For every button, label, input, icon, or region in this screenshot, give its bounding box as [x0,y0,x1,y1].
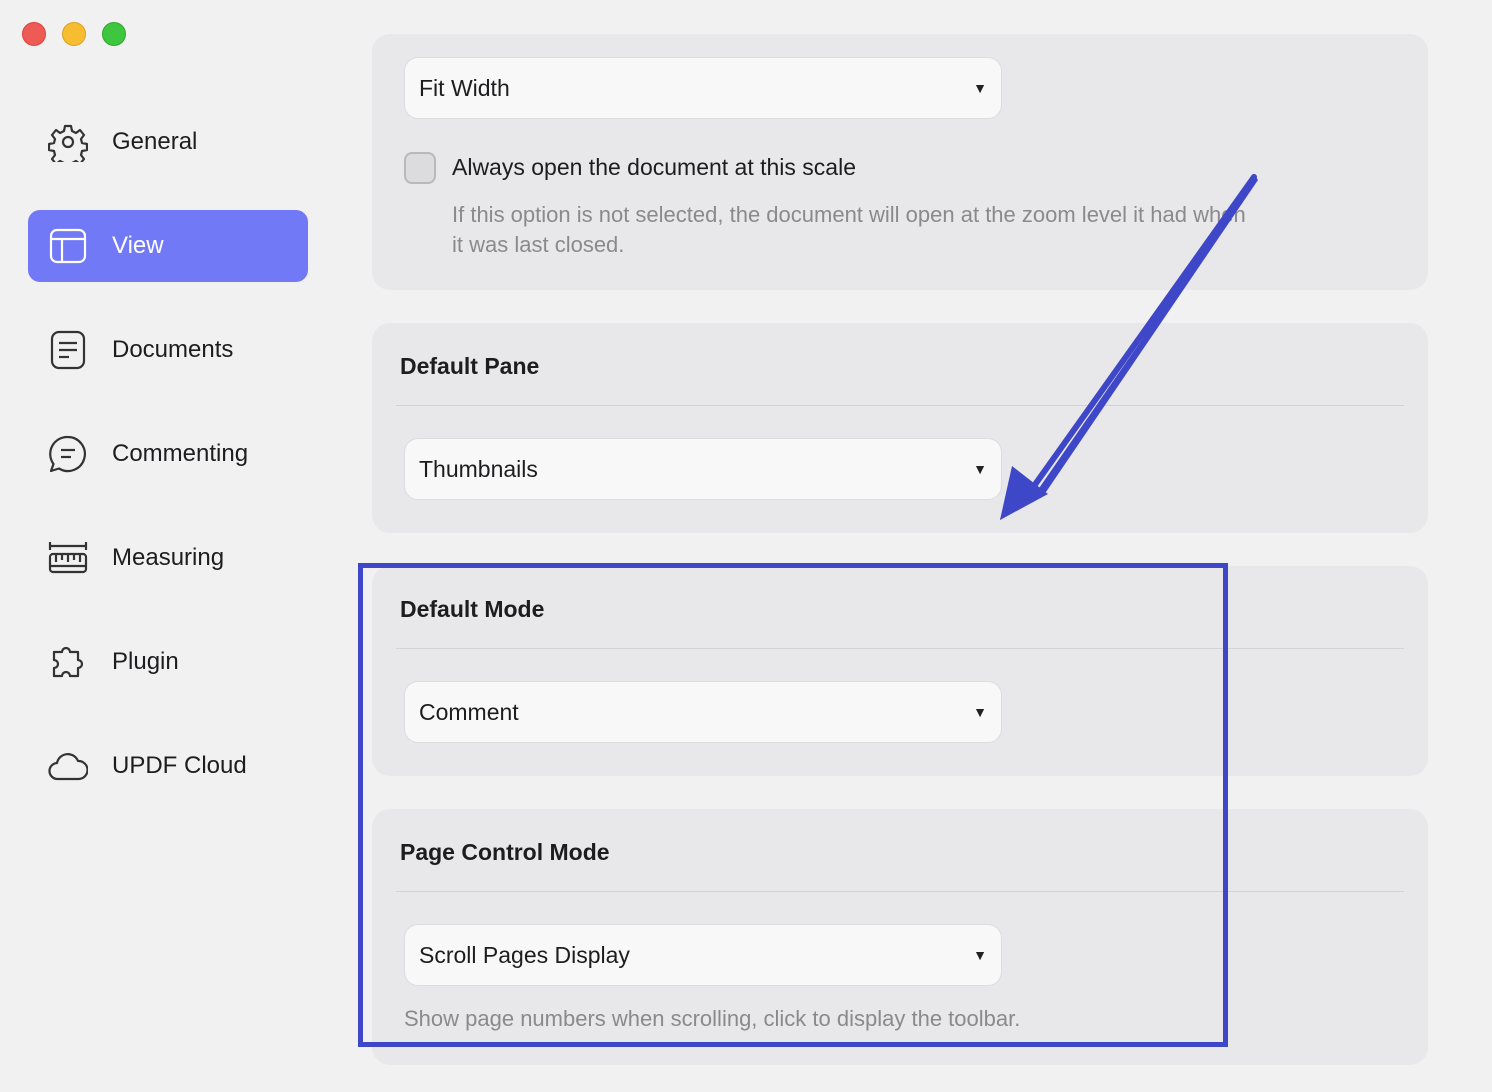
sidebar-item-view[interactable]: View [28,210,308,282]
divider [396,405,1404,406]
sidebar-item-label: Documents [112,336,234,363]
section-title: Page Control Mode [400,839,610,865]
sidebar-item-label: UPDF Cloud [112,752,247,779]
divider [396,648,1404,649]
always-open-scale-checkbox[interactable] [404,152,436,184]
default-mode-select-value: Comment [419,698,519,725]
sidebar-item-label: View [112,232,164,259]
sidebar-item-measuring[interactable]: Measuring [28,522,308,594]
cloud-icon [46,744,90,788]
always-open-scale-label: Always open the document at this scale [452,154,857,180]
section-title: Default Pane [400,353,540,379]
default-pane-select-value: Thumbnails [419,455,538,482]
zoom-hint-line1: If this option is not selected, the docu… [452,202,1246,227]
page-control-hint: Show page numbers when scrolling, click … [404,1006,1021,1031]
puzzle-icon [46,640,90,684]
comment-icon [46,432,90,476]
sidebar-item-label: Commenting [112,440,249,467]
default-pane-select[interactable]: Thumbnails ▼ [404,438,1002,500]
chevron-down-icon: ▼ [973,461,987,477]
sidebar-item-label: General [112,128,198,155]
ruler-icon [46,536,90,580]
page-control-mode-select[interactable]: Scroll Pages Display ▼ [404,924,1002,986]
layout-icon [46,224,90,268]
sidebar: General View Documents Commenting Measur… [0,0,340,1092]
chevron-down-icon: ▼ [973,947,987,963]
sidebar-item-general[interactable]: General [28,106,308,178]
sidebar-item-updf-cloud[interactable]: UPDF Cloud [28,730,308,802]
zoom-select-value: Fit Width [419,74,510,101]
default-mode-section: Default Mode Comment ▼ [372,566,1428,776]
sidebar-item-label: Measuring [112,544,225,571]
page-control-mode-section: Page Control Mode Scroll Pages Display ▼… [372,809,1428,1065]
gear-icon [46,120,90,164]
divider [396,891,1404,892]
zoom-select[interactable]: Fit Width ▼ [404,57,1002,119]
sidebar-item-plugin[interactable]: Plugin [28,626,308,698]
section-title: Default Mode [400,596,545,622]
default-mode-select[interactable]: Comment ▼ [404,681,1002,743]
default-pane-section: Default Pane Thumbnails ▼ [372,323,1428,533]
chevron-down-icon: ▼ [973,80,987,96]
sidebar-item-commenting[interactable]: Commenting [28,418,308,490]
zoom-hint-line2: it was last closed. [452,232,625,257]
document-icon [46,328,90,372]
page-control-mode-select-value: Scroll Pages Display [419,941,630,968]
sidebar-item-label: Plugin [112,648,179,675]
chevron-down-icon: ▼ [973,704,987,720]
sidebar-item-documents[interactable]: Documents [28,314,308,386]
